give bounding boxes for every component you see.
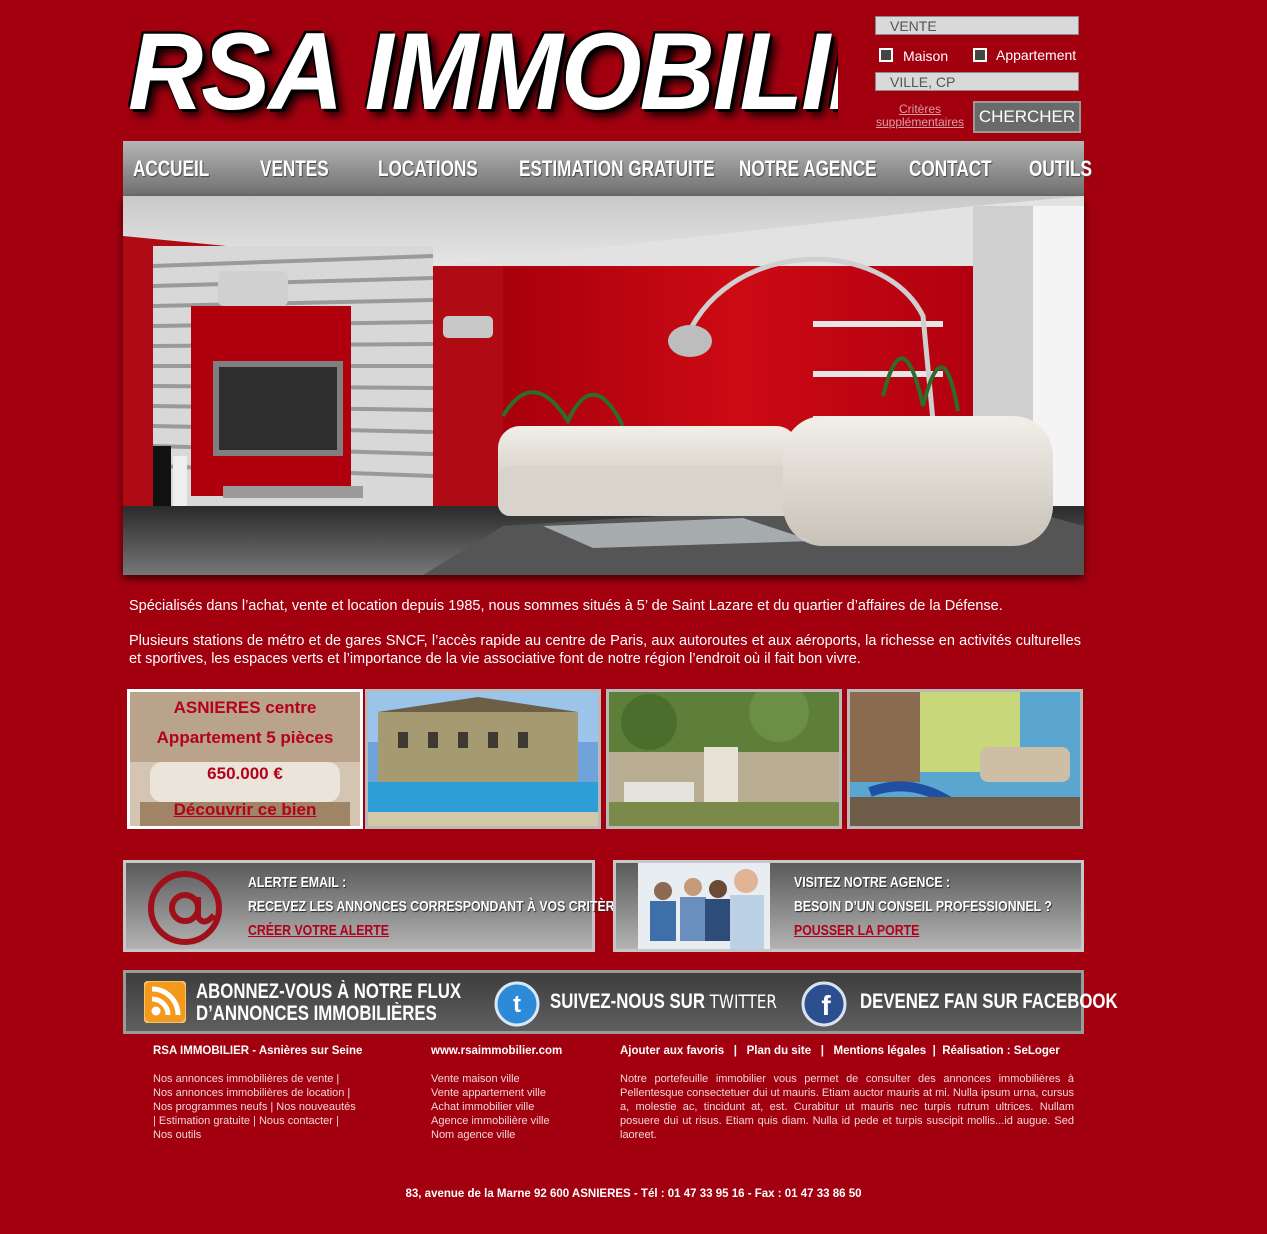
facebook-link[interactable]: DEVENEZ FAN SUR FACEBOOK [860, 991, 1118, 1013]
hero-image [123, 196, 1084, 575]
featured-price: 650.000 € [207, 764, 283, 783]
legal-link[interactable]: Mentions légales [834, 1045, 927, 1057]
separator: | [733, 1045, 737, 1057]
featured-location: ASNIERES centre [173, 698, 317, 717]
site-logo[interactable]: RSA IMMOBILIER [128, 5, 838, 139]
type-select[interactable]: VENTE [875, 16, 1079, 35]
svg-text:t: t [513, 991, 521, 1018]
footer-seo-link[interactable]: Vente appartement ville [431, 1087, 546, 1099]
nav-locations[interactable]: LOCATIONS [378, 141, 478, 196]
footer-seo-link[interactable]: Achat immobilier ville [431, 1101, 534, 1113]
nav-contact[interactable]: CONTACT [909, 141, 992, 196]
footer-link[interactable]: | Estimation gratuite | Nous contacter | [153, 1114, 356, 1128]
credits-link[interactable]: Réalisation : SeLoger [942, 1045, 1060, 1057]
property-photo-garden[interactable] [606, 689, 842, 829]
footer-utility-links: Ajouter aux favoris | Plan du site | Men… [620, 1045, 1060, 1057]
twitter-prefix: SUIVEZ-NOUS SUR [550, 990, 705, 1013]
footer-seo-link[interactable]: Vente maison ville [431, 1073, 520, 1085]
appartement-label: Appartement [996, 47, 1077, 63]
agency-text: BESOIN D’UN CONSEIL PROFESSIONNEL ? [794, 898, 1052, 915]
featured-type: Appartement 5 pièces [156, 728, 334, 747]
footer-seo-link[interactable]: Agence immobilière ville [431, 1115, 550, 1127]
twitter-link[interactable]: SUIVEZ-NOUS SUR TWITTER [550, 990, 777, 1014]
footer-seo-link[interactable]: Nom agence ville [431, 1129, 515, 1141]
alert-title: ALERTE EMAIL : [248, 874, 347, 891]
rss-line-1[interactable]: ABONNEZ-VOUS À NOTRE FLUX [196, 981, 461, 1003]
footer-link[interactable]: Nos annonces immobilières de vente | [153, 1072, 356, 1086]
visit-agency-link[interactable]: POUSSER LA PORTE [794, 922, 919, 939]
intro-paragraph-2: Plusieurs stations de métro et de gares … [129, 633, 1081, 667]
intro-paragraph-1: Spécialisés dans l’achat, vente et locat… [129, 598, 1003, 614]
email-alert-box[interactable]: ALERTE EMAIL : RECEVEZ LES ANNONCES CORR… [123, 860, 631, 952]
separator: | [820, 1045, 824, 1057]
social-bar: ABONNEZ-VOUS À NOTRE FLUX D’ANNONCES IMM… [123, 970, 1118, 1034]
nav-ventes[interactable]: VENTES [260, 141, 329, 196]
footer-link[interactable]: Nos outils [153, 1128, 356, 1142]
twitter-icon[interactable]: t [494, 981, 540, 1027]
appartement-checkbox[interactable] [973, 48, 987, 62]
footer-title-agency: RSA IMMOBILIER - Asnières sur Seine [153, 1045, 363, 1057]
create-alert-link[interactable]: CRÉER VOTRE ALERTE [248, 922, 389, 939]
rss-line-2[interactable]: D’ANNONCES IMMOBILIÈRES [196, 1003, 437, 1025]
footer-title-website[interactable]: www.rsaimmobilier.com [431, 1045, 562, 1057]
rss-icon[interactable] [144, 981, 186, 1023]
footer-col-1: Nos annonces immobilières de vente | Nos… [153, 1072, 356, 1142]
city-input[interactable]: VILLE, CP [875, 72, 1079, 91]
agency-title: VISITEZ NOTRE AGENCE : [794, 874, 951, 891]
intro-text: Spécialisés dans l’achat, vente et locat… [129, 597, 1081, 685]
separator: | [932, 1045, 936, 1057]
footer-link[interactable]: Nos programmes neufs | Nos nouveautés [153, 1100, 356, 1114]
property-photo-pool[interactable] [365, 689, 601, 829]
facebook-icon[interactable]: f [801, 981, 847, 1027]
main-nav: ACCUEIL VENTES LOCATIONS ESTIMATION GRAT… [123, 141, 1092, 196]
nav-agence[interactable]: NOTRE AGENCE [739, 141, 877, 196]
twitter-name: TWITTER [709, 991, 777, 1013]
alert-text: RECEVEZ LES ANNONCES CORRESPONDANT À VOS… [248, 898, 631, 915]
footer-link[interactable]: Nos annonces immobilières de location | [153, 1086, 356, 1100]
agency-box[interactable]: VISITEZ NOTRE AGENCE : BESOIN D’UN CONSE… [613, 860, 1084, 952]
criteria-link[interactable]: Critères supplémentaires [870, 103, 970, 129]
footer-col-2: Vente maison ville Vente appartement vil… [431, 1072, 550, 1142]
nav-outils[interactable]: OUTILS [1029, 141, 1092, 196]
search-button[interactable]: CHERCHER [973, 101, 1081, 133]
maison-label: Maison [903, 48, 949, 64]
team-photo [638, 863, 770, 949]
featured-property[interactable]: ASNIERES centre Appartement 5 pièces 650… [127, 689, 363, 829]
nav-estimation[interactable]: ESTIMATION GRATUITE [519, 141, 715, 196]
nav-accueil[interactable]: ACCUEIL [133, 141, 209, 196]
favorites-link[interactable]: Ajouter aux favoris [620, 1045, 724, 1057]
maison-checkbox[interactable] [879, 48, 893, 62]
at-sign-icon [148, 871, 222, 945]
footer-description: Notre portefeuille immobilier vous perme… [620, 1073, 1074, 1141]
sitemap-link[interactable]: Plan du site [747, 1045, 812, 1057]
svg-text:f: f [821, 990, 831, 1021]
footer-address: 83, avenue de la Marne 92 600 ASNIERES -… [405, 1188, 862, 1200]
featured-link[interactable]: Découvrir ce bien [130, 800, 360, 820]
property-photo-living[interactable] [847, 689, 1083, 829]
featured-overlay: ASNIERES centre Appartement 5 pièces 650… [130, 692, 360, 826]
